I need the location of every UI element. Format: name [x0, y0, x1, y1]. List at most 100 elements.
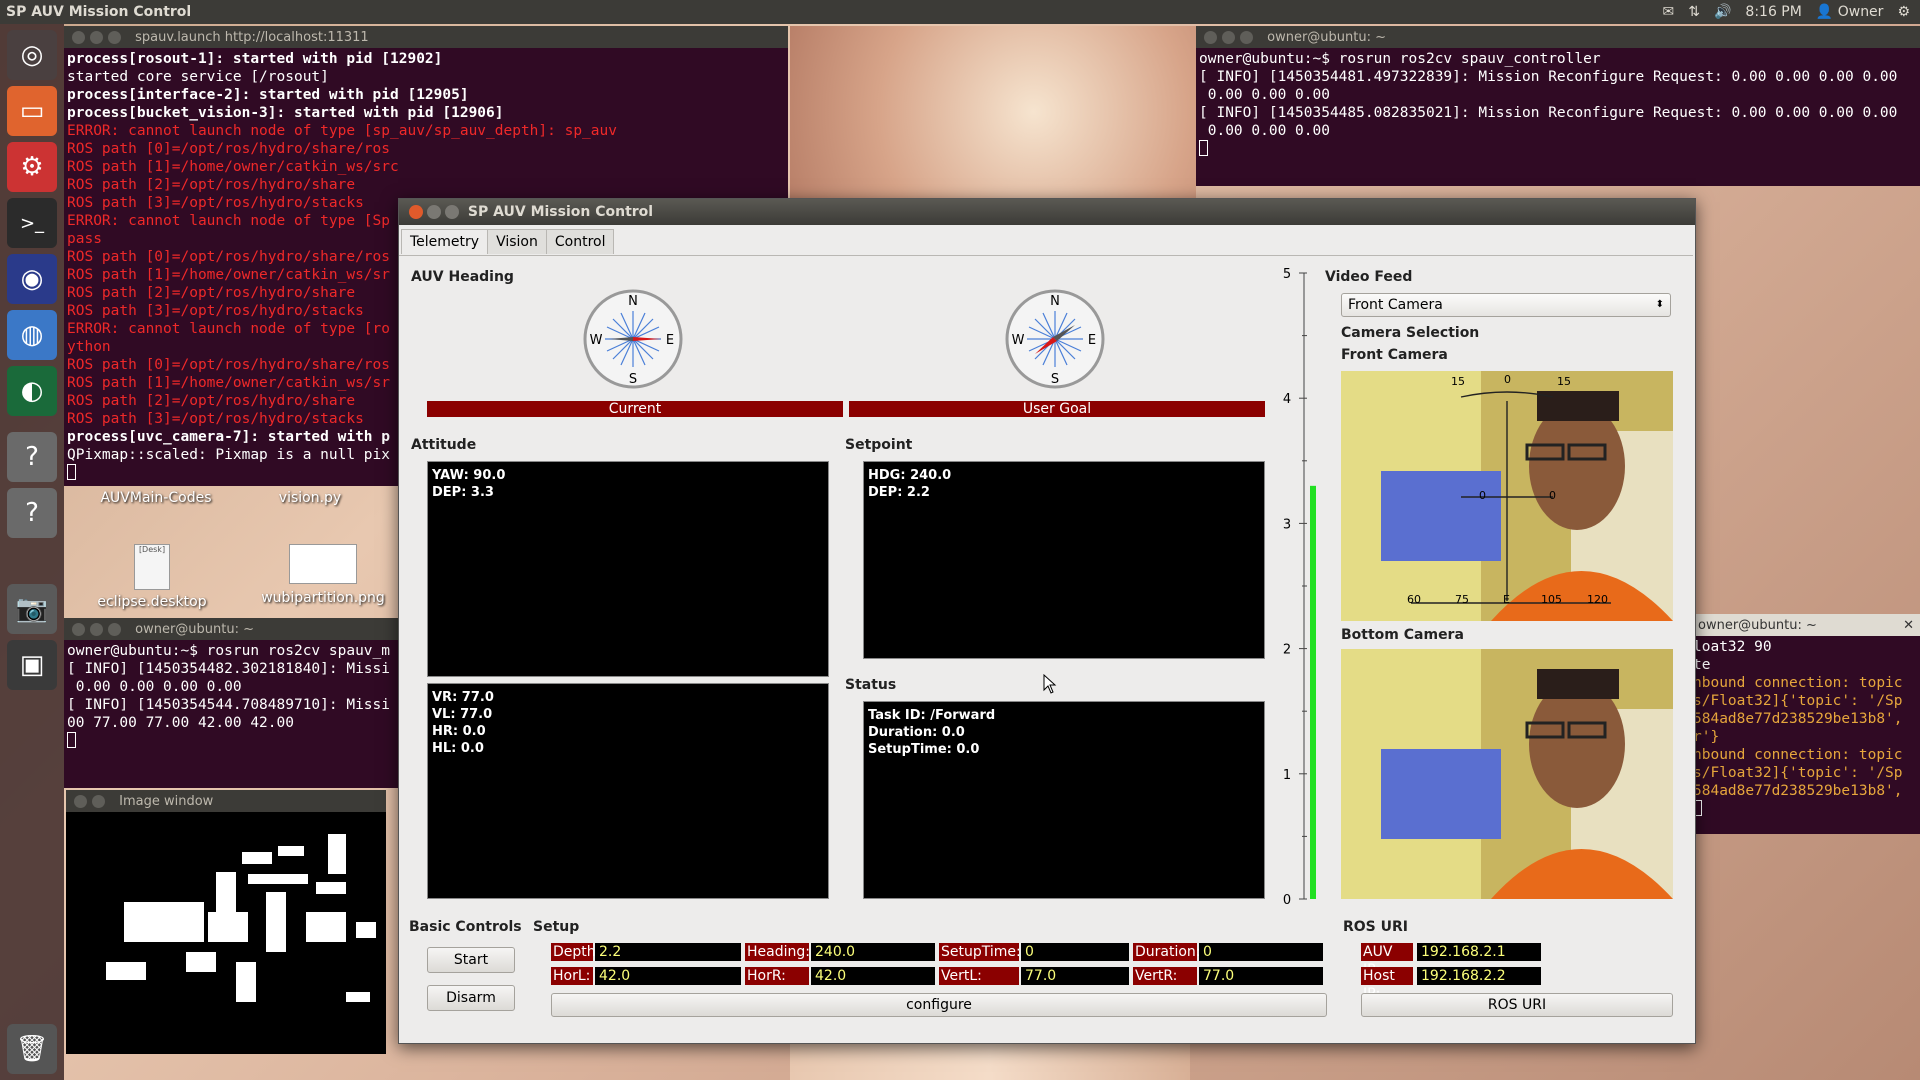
hud-tick: 0 [1504, 373, 1511, 386]
close-icon[interactable] [409, 205, 423, 219]
terminal-titlebar[interactable]: spauv.launch http://localhost:11311 [64, 26, 788, 48]
close-icon[interactable] [72, 30, 85, 44]
chromium-icon[interactable]: ◍ [7, 310, 57, 360]
auv-ip-field[interactable]: 192.168.2.1 [1417, 943, 1541, 961]
depth-tick-label: 2 [1283, 643, 1291, 658]
setup-field-input[interactable]: 0 [1021, 943, 1129, 961]
close-icon[interactable] [74, 794, 87, 808]
setup-field-label: VertL: [939, 967, 1019, 985]
image-window-titlebar[interactable]: Image window [66, 790, 386, 812]
setup-field-input[interactable]: 42.0 [811, 967, 935, 985]
terminal-line: s/Float32]{'topic': '/Sp [1693, 693, 1903, 709]
setup-field-input[interactable]: 77.0 [1199, 967, 1323, 985]
setup-field-input[interactable]: 240.0 [811, 943, 935, 961]
start-button[interactable]: Start [427, 947, 515, 973]
terminal-titlebar[interactable]: owner@ubuntu: ~ [1196, 26, 1920, 48]
controller-terminal-window[interactable]: owner@ubuntu: ~ owner@ubuntu:~$ rosrun r… [1196, 26, 1920, 186]
files-icon[interactable]: ▭ [7, 86, 57, 136]
volume-icon[interactable]: 🔊 [1714, 4, 1731, 20]
ros-uri-button[interactable]: ROS URI [1361, 993, 1673, 1017]
close-icon[interactable] [1204, 30, 1217, 44]
maximize-icon[interactable] [108, 622, 121, 636]
terminal-output[interactable]: owner@ubuntu:~$ rosrun ros2cv spauv_m [ I… [64, 640, 404, 748]
user-icon: 👤 [1815, 4, 1834, 20]
gear-icon[interactable]: ⚙ [1897, 4, 1910, 20]
setup-field-label: SetupTime: [939, 943, 1021, 961]
chevron-updown-icon: ⬍ [1655, 299, 1664, 310]
terminal-titlebar[interactable]: owner@ubuntu: ~ [64, 618, 404, 640]
configure-button[interactable]: configure [551, 993, 1327, 1017]
trash-icon[interactable]: 🗑 [7, 1024, 57, 1074]
ros-terminal-window[interactable]: owner@ubuntu: ~ ✕ loat32 90 te nbound conne… [1690, 614, 1920, 834]
desktop-icon-python[interactable]: vision.py [250, 490, 370, 506]
host-ip-field[interactable]: 192.168.2.2 [1417, 967, 1541, 985]
desktop-icon-eclipse[interactable]: [Desk] eclipse.desktop [92, 544, 212, 610]
desktop-icon-folder[interactable]: AUVMain-Codes [96, 490, 216, 506]
hud-tick: 15 [1451, 375, 1465, 388]
image-window[interactable]: Image window [66, 790, 386, 1054]
tab-telemetry[interactable]: Telemetry [401, 229, 489, 254]
compass-s: S [629, 372, 637, 387]
camera-select-dropdown[interactable]: Front Camera ⬍ [1341, 293, 1671, 317]
terminal-cursor [67, 464, 76, 480]
network-icon[interactable]: ⇅ [1688, 4, 1700, 20]
minimize-icon[interactable] [90, 30, 103, 44]
tab-vision[interactable]: Vision [487, 229, 547, 254]
desktop-icon-png[interactable]: wubipartition.png [258, 544, 388, 606]
disarm-button[interactable]: Disarm [427, 985, 515, 1011]
terminal-line: process[interface-2]: started with pid [… [67, 87, 469, 103]
basic-controls-label: Basic Controls [409, 919, 522, 935]
minimize-icon[interactable] [427, 205, 441, 219]
minimize-icon[interactable] [90, 622, 103, 636]
wallpaper-image-fragment [790, 26, 1196, 198]
terminal-cursor [67, 732, 76, 748]
user-menu[interactable]: 👤 Owner [1816, 4, 1884, 20]
unknown-app-icon[interactable]: ? [7, 488, 57, 538]
maximize-icon[interactable] [1240, 30, 1253, 44]
terminal-line: owner@ubuntu:~$ rosrun ros2cv spauv_m [67, 643, 391, 659]
workspace-switcher-icon[interactable]: ▣ [7, 640, 57, 690]
qt-creator-icon[interactable]: ◐ [7, 366, 57, 416]
user-name: Owner [1837, 4, 1884, 20]
mission-control-window[interactable]: SP AUV Mission Control Telemetry Vision … [398, 198, 1696, 1044]
terminal-line: ERROR: cannot launch node of type [sp_au… [67, 123, 617, 139]
mission-terminal-window[interactable]: owner@ubuntu: ~ owner@ubuntu:~$ rosrun r… [64, 618, 404, 788]
terminal-line: 00 77.00 77.00 42.00 42.00 [67, 715, 294, 731]
terminal-line: started core service [/rosout] [67, 69, 329, 85]
camera-icon[interactable]: 📷 [7, 584, 57, 634]
terminal-line: nbound connection: topic [1693, 675, 1903, 691]
close-icon[interactable] [72, 622, 85, 636]
depth-level-bar [1310, 485, 1316, 899]
top-panel: SP AUV Mission Control ✉ ⇅ 🔊 8:16 PM 👤 O… [0, 0, 1920, 24]
unknown-app-icon[interactable]: ? [7, 432, 57, 482]
terminal-line: 0.00 0.00 0.00 0.00 [67, 679, 242, 695]
terminal-line: r'} [1693, 729, 1720, 745]
mail-icon[interactable]: ✉ [1663, 4, 1675, 20]
terminal-icon[interactable]: >_ [7, 198, 57, 248]
task-id-readout: Task ID: /Forward [868, 708, 996, 723]
maximize-icon[interactable] [108, 30, 121, 44]
system-settings-icon[interactable]: ⚙ [7, 142, 57, 192]
terminal-output[interactable]: owner@ubuntu:~$ rosrun ros2cv spauv_cont… [1196, 48, 1920, 156]
setup-field-input[interactable]: 42.0 [595, 967, 741, 985]
tab-control[interactable]: Control [545, 229, 615, 254]
video-feed-label: Video Feed [1325, 269, 1413, 285]
terminal-titlebar[interactable]: owner@ubuntu: ~ ✕ [1690, 614, 1920, 636]
setup-field-input[interactable]: 77.0 [1021, 967, 1129, 985]
minimize-icon[interactable] [92, 794, 105, 808]
eclipse-icon[interactable]: ◉ [7, 254, 57, 304]
setup-field-input[interactable]: 0 [1199, 943, 1323, 961]
clock[interactable]: 8:16 PM [1745, 4, 1801, 20]
setup-field-input[interactable]: 2.2 [595, 943, 741, 961]
status-panel: Task ID: /Forward Duration: 0.0 SetupTim… [863, 701, 1265, 899]
hud-tick: 0 [1549, 489, 1556, 502]
terminal-output[interactable]: loat32 90 te nbound connection: topic s/Flo… [1690, 636, 1920, 816]
minimize-icon[interactable] [1222, 30, 1235, 44]
terminal-line: 0.00 0.00 0.00 [1199, 87, 1330, 103]
terminal-line: 584ad8e77d238529be13b8', [1693, 711, 1903, 727]
window-titlebar[interactable]: SP AUV Mission Control [399, 199, 1695, 225]
maximize-icon[interactable] [445, 205, 459, 219]
dash-home-icon[interactable]: ◎ [7, 30, 57, 80]
terminal-line: [ INFO] [1450354481.497322839]: Mission … [1199, 69, 1898, 85]
close-icon[interactable]: ✕ [1903, 618, 1914, 633]
